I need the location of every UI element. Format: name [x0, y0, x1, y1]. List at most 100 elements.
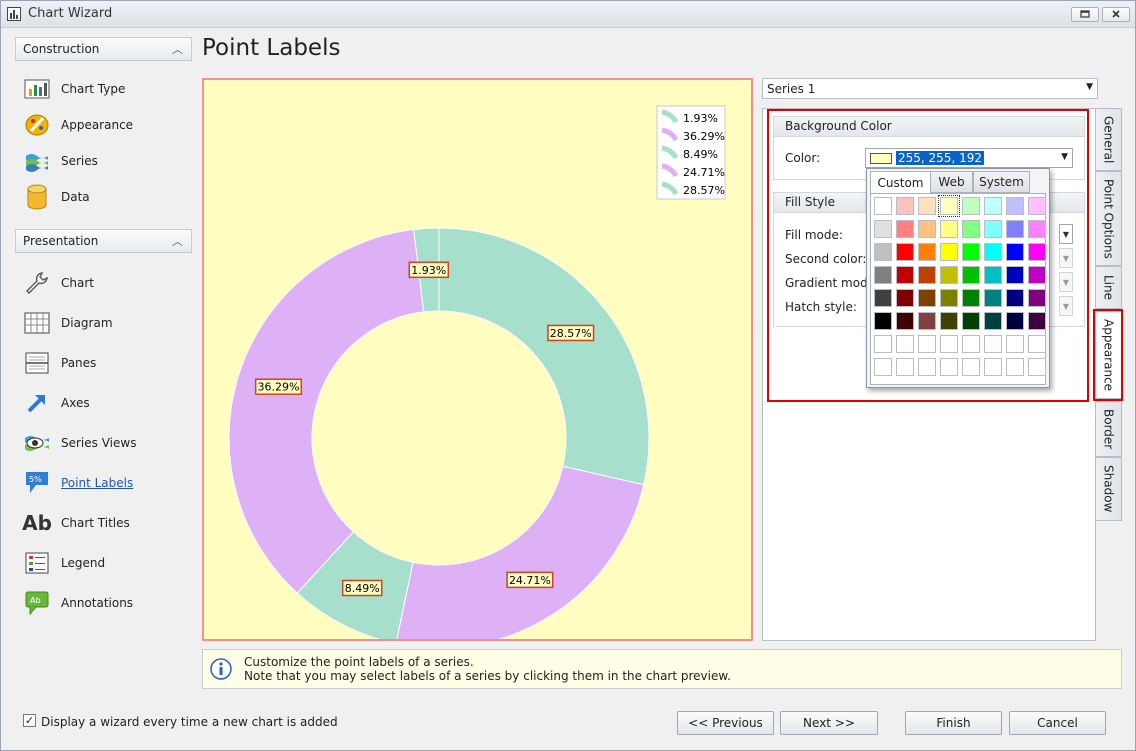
show-wizard-checkbox[interactable]: ✓: [23, 714, 36, 727]
palette-swatch[interactable]: [940, 243, 958, 261]
palette-swatch[interactable]: [896, 335, 914, 353]
palette-swatch[interactable]: [1028, 312, 1046, 330]
point-label[interactable]: 36.29%: [254, 378, 303, 395]
palette-swatch[interactable]: [962, 358, 980, 376]
point-label[interactable]: 1.93%: [408, 261, 450, 279]
nav-item-series-views[interactable]: Series Views: [23, 428, 193, 458]
restore-button[interactable]: [1071, 7, 1099, 22]
next-button[interactable]: Next >>: [780, 711, 878, 735]
palette-swatch[interactable]: [874, 266, 892, 284]
nav-item-chart[interactable]: Chart: [23, 268, 193, 298]
palette-swatch[interactable]: [962, 312, 980, 330]
nav-item-annotations[interactable]: Ab Annotations: [23, 588, 193, 618]
palette-swatch[interactable]: [1006, 289, 1024, 307]
palette-swatch[interactable]: [896, 243, 914, 261]
color-dropdown[interactable]: 255, 255, 192 ▼: [865, 148, 1073, 168]
palette-swatch[interactable]: [1006, 358, 1024, 376]
presentation-group-header[interactable]: Presentation ︿: [15, 229, 192, 253]
doughnut-chart[interactable]: 1.93% 28.57% 24.71% 8.49% 36.29% 1.93% 36.29% 8…: [204, 80, 751, 639]
finish-button[interactable]: Finish: [905, 711, 1002, 735]
palette-swatch[interactable]: [874, 312, 892, 330]
palette-swatch[interactable]: [962, 197, 980, 215]
palette-swatch[interactable]: [874, 197, 892, 215]
palette-swatch[interactable]: [874, 358, 892, 376]
palette-swatch[interactable]: [1028, 243, 1046, 261]
nav-item-axes[interactable]: Axes: [23, 388, 193, 418]
palette-swatch[interactable]: [984, 289, 1002, 307]
palette-swatch[interactable]: [1006, 220, 1024, 238]
palette-swatch[interactable]: [984, 312, 1002, 330]
doughnut-slice[interactable]: [438, 227, 650, 486]
palette-swatch[interactable]: [984, 220, 1002, 238]
palette-swatch[interactable]: [896, 220, 914, 238]
nav-item-chart-titles[interactable]: Ab Chart Titles: [22, 508, 193, 538]
palette-swatch[interactable]: [962, 335, 980, 353]
palette-swatch[interactable]: [896, 358, 914, 376]
tab-line[interactable]: Line: [1096, 266, 1122, 309]
nav-item-legend[interactable]: Legend: [23, 548, 193, 578]
palette-swatch[interactable]: [984, 243, 1002, 261]
palette-swatch[interactable]: [1028, 220, 1046, 238]
nav-item-panes[interactable]: Panes: [23, 348, 193, 378]
palette-swatch[interactable]: [940, 335, 958, 353]
tab-shadow[interactable]: Shadow: [1096, 457, 1122, 521]
palette-swatch[interactable]: [1006, 312, 1024, 330]
palette-swatch[interactable]: [940, 266, 958, 284]
palette-swatch[interactable]: [938, 195, 960, 217]
nav-item-chart-type[interactable]: Chart Type: [23, 74, 193, 104]
palette-swatch[interactable]: [1006, 197, 1024, 215]
palette-swatch[interactable]: [1028, 266, 1046, 284]
palette-swatch[interactable]: [962, 266, 980, 284]
tab-point-options[interactable]: Point Options: [1096, 171, 1122, 266]
point-label[interactable]: 24.71%: [506, 571, 554, 589]
palette-swatch[interactable]: [940, 289, 958, 307]
palette-swatch[interactable]: [874, 289, 892, 307]
color-value[interactable]: 255, 255, 192: [896, 151, 984, 165]
palette-swatch[interactable]: [918, 266, 936, 284]
point-label[interactable]: 8.49%: [341, 579, 383, 597]
palette-swatch[interactable]: [896, 312, 914, 330]
palette-swatch[interactable]: [874, 243, 892, 261]
palette-swatch[interactable]: [940, 358, 958, 376]
previous-button[interactable]: << Previous: [677, 711, 774, 735]
palette-swatch[interactable]: [918, 197, 936, 215]
cancel-button[interactable]: Cancel: [1009, 711, 1106, 735]
palette-swatch[interactable]: [896, 197, 914, 215]
palette-swatch[interactable]: [984, 197, 1002, 215]
construction-group-header[interactable]: Construction ︿: [15, 37, 192, 61]
nav-item-appearance[interactable]: Appearance: [23, 110, 193, 140]
palette-swatch[interactable]: [1028, 358, 1046, 376]
palette-swatch[interactable]: [984, 335, 1002, 353]
palette-swatch[interactable]: [874, 335, 892, 353]
point-label[interactable]: 28.57%: [547, 324, 595, 342]
palette-swatch[interactable]: [962, 289, 980, 307]
palette-swatch[interactable]: [984, 358, 1002, 376]
palette-swatch[interactable]: [918, 289, 936, 307]
tab-custom[interactable]: Custom: [870, 171, 931, 194]
tab-appearance[interactable]: Appearance: [1096, 311, 1122, 399]
palette-swatch[interactable]: [940, 220, 958, 238]
doughnut-slice[interactable]: [228, 228, 425, 594]
palette-swatch[interactable]: [940, 312, 958, 330]
palette-swatch[interactable]: [1006, 335, 1024, 353]
tab-web[interactable]: Web: [930, 171, 973, 193]
palette-swatch[interactable]: [896, 289, 914, 307]
palette-swatch[interactable]: [874, 220, 892, 238]
palette-swatch[interactable]: [918, 243, 936, 261]
palette-swatch[interactable]: [1028, 197, 1046, 215]
palette-swatch[interactable]: [918, 335, 936, 353]
palette-swatch[interactable]: [896, 266, 914, 284]
tab-border[interactable]: Border: [1096, 401, 1122, 457]
palette-swatch[interactable]: [1028, 335, 1046, 353]
series-dropdown[interactable]: Series 1 ▼: [762, 78, 1098, 99]
palette-swatch[interactable]: [918, 358, 936, 376]
doughnut-slice[interactable]: [396, 465, 645, 639]
fill-mode-dropdown-arrow[interactable]: ▼: [1059, 224, 1073, 244]
close-button[interactable]: [1102, 7, 1130, 22]
nav-item-series[interactable]: Series: [23, 146, 193, 176]
palette-swatch[interactable]: [918, 220, 936, 238]
palette-swatch[interactable]: [962, 243, 980, 261]
palette-swatch[interactable]: [1006, 266, 1024, 284]
nav-item-data[interactable]: Data: [23, 182, 193, 212]
palette-swatch[interactable]: [962, 220, 980, 238]
